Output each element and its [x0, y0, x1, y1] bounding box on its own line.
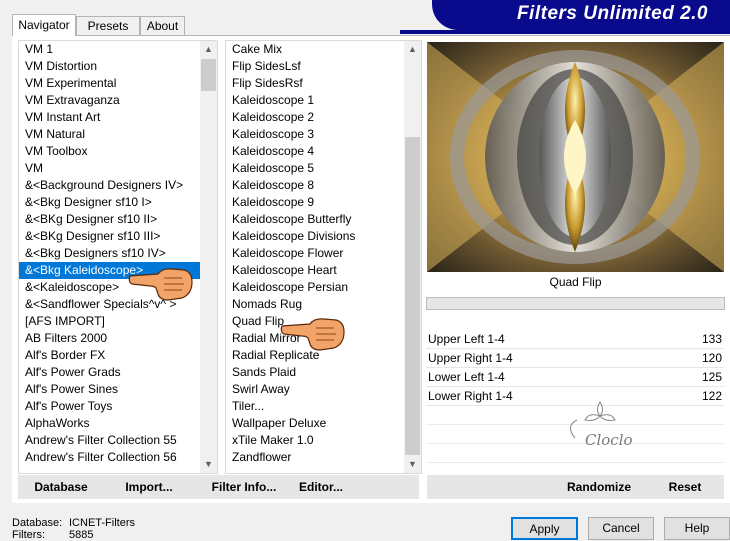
filter-item[interactable]: Kaleidoscope 5	[226, 160, 404, 177]
scroll-thumb[interactable]	[201, 59, 216, 91]
filter-scrollbar[interactable]: ▲ ▼	[404, 41, 421, 473]
scroll-down-icon[interactable]: ▼	[404, 456, 421, 473]
filter-item[interactable]: xTile Maker 1.0	[226, 432, 404, 449]
svg-text:Cloclo: Cloclo	[585, 431, 633, 449]
apply-button[interactable]: Apply	[511, 517, 578, 540]
category-item[interactable]: &<BKg Designer sf10 II>	[19, 211, 200, 228]
filter-item[interactable]: Kaleidoscope 2	[226, 109, 404, 126]
tab-presets[interactable]: Presets	[76, 16, 140, 35]
category-item[interactable]: Alf's Power Toys	[19, 398, 200, 415]
database-button[interactable]: Database	[24, 475, 98, 499]
cloclo-watermark: Cloclo	[570, 401, 633, 449]
filter-item[interactable]: Kaleidoscope 4	[226, 143, 404, 160]
scroll-up-icon[interactable]: ▲	[404, 41, 421, 58]
pointing-hand-icon	[128, 268, 193, 301]
filter-item[interactable]: Sands Plaid	[226, 364, 404, 381]
filter-preview-image	[427, 42, 724, 272]
pointing-hand-icon	[280, 318, 345, 351]
progress-bar	[426, 297, 725, 310]
category-item[interactable]: VM Experimental	[19, 75, 200, 92]
import-button[interactable]: Import...	[114, 475, 184, 499]
filter-item[interactable]: Flip SidesLsf	[226, 58, 404, 75]
editor-button[interactable]: Editor...	[294, 475, 348, 499]
filter-item[interactable]: Kaleidoscope Divisions	[226, 228, 404, 245]
parameter-value: 125	[701, 370, 722, 384]
filter-item[interactable]: Tiler...	[226, 398, 404, 415]
filter-item[interactable]: Kaleidoscope Heart	[226, 262, 404, 279]
filter-item[interactable]: Kaleidoscope Butterfly	[226, 211, 404, 228]
category-item[interactable]: VM 1	[19, 41, 200, 58]
parameter-name: Upper Right 1-4	[428, 351, 513, 365]
category-item[interactable]: [AFS IMPORT]	[19, 313, 200, 330]
reset-button[interactable]: Reset	[655, 475, 715, 499]
category-item[interactable]: AB Filters 2000	[19, 330, 200, 347]
category-item[interactable]: Alf's Power Grads	[19, 364, 200, 381]
filter-list-items: Cake Mix Flip SidesLsf Flip SidesRsf Kaleid…	[226, 41, 404, 473]
filter-item[interactable]: Kaleidoscope Flower	[226, 245, 404, 262]
preview-filter-name: Quad Flip	[549, 275, 602, 289]
category-list[interactable]: VM 1 VM Distortion VM Experimental VM Extra…	[18, 40, 218, 474]
filter-item[interactable]: Nomads Rug	[226, 296, 404, 313]
parameter-name: Lower Right 1-4	[428, 389, 513, 403]
preview-toolbar: Randomize Reset	[427, 475, 724, 499]
title-banner: Filters Unlimited 2.0	[432, 0, 730, 30]
category-item[interactable]: Andrew's Filter Collection 56	[19, 449, 200, 466]
scroll-up-icon[interactable]: ▲	[200, 41, 217, 58]
parameter-row[interactable]: Lower Left 1-4 125	[426, 368, 724, 387]
cancel-button[interactable]: Cancel	[588, 517, 654, 540]
scroll-thumb[interactable]	[405, 137, 420, 455]
filter-item[interactable]: Cake Mix	[226, 41, 404, 58]
list-toolbar: Database Import... Filter Info... Editor…	[18, 475, 419, 499]
banner-title: Filters Unlimited 2.0	[516, 3, 708, 24]
category-item[interactable]: VM Toolbox	[19, 143, 200, 160]
filter-item[interactable]: Kaleidoscope 8	[226, 177, 404, 194]
parameter-name: Upper Left 1-4	[428, 332, 505, 346]
help-button[interactable]: Help	[664, 517, 730, 540]
filter-item[interactable]: Swirl Away	[226, 381, 404, 398]
category-item[interactable]: &<Bkg Designer sf10 I>	[19, 194, 200, 211]
tab-navigator[interactable]: Navigator	[12, 14, 76, 36]
filter-item[interactable]: Kaleidoscope Persian	[226, 279, 404, 296]
filter-item[interactable]: Wallpaper Deluxe	[226, 415, 404, 432]
filter-item[interactable]: Kaleidoscope 9	[226, 194, 404, 211]
banner-underline	[400, 30, 730, 34]
scroll-down-icon[interactable]: ▼	[200, 456, 217, 473]
parameter-value: 133	[701, 332, 722, 346]
filter-list[interactable]: Cake Mix Flip SidesLsf Flip SidesRsf Kaleid…	[225, 40, 422, 474]
filter-item[interactable]: Flip SidesRsf	[226, 75, 404, 92]
randomize-button[interactable]: Randomize	[559, 475, 639, 499]
category-item[interactable]: Alf's Border FX	[19, 347, 200, 364]
category-item[interactable]: VM Instant Art	[19, 109, 200, 126]
category-item[interactable]: Andrew's Filter Collection 55	[19, 432, 200, 449]
filters-label: Filters:	[12, 529, 45, 541]
filter-info-button[interactable]: Filter Info...	[198, 475, 290, 499]
parameter-value: 120	[701, 351, 722, 365]
tab-about[interactable]: About	[140, 16, 185, 35]
database-value: ICNET-Filters	[69, 517, 135, 529]
category-item[interactable]: VM Distortion	[19, 58, 200, 75]
parameter-name: Lower Left 1-4	[428, 370, 505, 384]
filters-count: 5885	[69, 529, 94, 541]
status-info: Database: ICNET-Filters Filters: 5885	[12, 517, 135, 541]
parameter-row[interactable]: Upper Left 1-4 133	[426, 330, 724, 349]
category-item[interactable]: Alf's Power Sines	[19, 381, 200, 398]
category-item[interactable]: AlphaWorks	[19, 415, 200, 432]
category-item[interactable]: &<BKg Designer sf10 III>	[19, 228, 200, 245]
category-list-items: VM 1 VM Distortion VM Experimental VM Extra…	[19, 41, 200, 473]
parameter-value: 122	[701, 389, 722, 403]
category-scrollbar[interactable]: ▲ ▼	[200, 41, 217, 473]
filter-item[interactable]: Zandflower	[226, 449, 404, 466]
filter-item[interactable]: Kaleidoscope 3	[226, 126, 404, 143]
category-item[interactable]: VM Extravaganza	[19, 92, 200, 109]
category-item[interactable]: VM Natural	[19, 126, 200, 143]
filter-item[interactable]: Kaleidoscope 1	[226, 92, 404, 109]
database-label: Database:	[12, 517, 63, 529]
category-item[interactable]: VM	[19, 160, 200, 177]
category-item[interactable]: &<Background Designers IV>	[19, 177, 200, 194]
category-item[interactable]: &<Bkg Designers sf10 IV>	[19, 245, 200, 262]
parameter-row[interactable]: Upper Right 1-4 120	[426, 349, 724, 368]
